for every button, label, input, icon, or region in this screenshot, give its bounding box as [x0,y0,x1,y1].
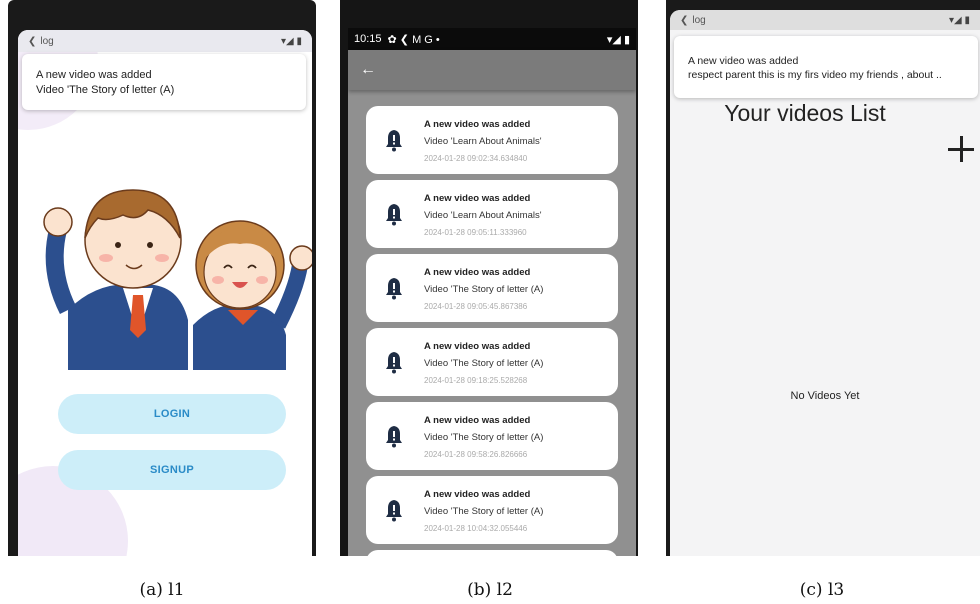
phone-screen-l2: 10:15 ✿ ❮ M G • ▾◢ ▮ ← A new video was a… [340,0,638,556]
notification-card-partial[interactable] [366,550,618,556]
signal-battery-icon: ▾◢ ▮ [606,33,630,46]
notification-timestamp: 2024-01-28 09:58:26.826666 [424,450,528,459]
notification-title: A new video was added [688,55,799,67]
screen-l3: ❮ log ▾◢ ▮ A new video was added respect… [670,10,980,556]
back-arrow-icon[interactable]: ← [360,61,376,79]
signal-battery-icon: ▾◢ ▮ [281,35,302,47]
notification-title: A new video was added [424,193,531,204]
status-bar: 10:15 ✿ ❮ M G • ▾◢ ▮ [348,28,636,50]
notification-list: A new video was added Video 'Learn About … [366,106,618,556]
notification-banner[interactable]: A new video was added respect parent thi… [674,36,978,98]
notification-timestamp: 2024-01-28 10:04:32.055446 [424,524,528,533]
status-label: log [692,14,706,26]
status-label: log [40,35,54,47]
page-title: Your videos List [724,100,886,126]
back-app-icon: ❮ [680,14,689,26]
notification-title: A new video was added [424,489,531,500]
notification-card[interactable]: A new video was added Video 'The Story of… [366,402,618,470]
screen-l1: ❮ log ▾◢ ▮ A new video was added Video '… [18,30,312,556]
caption-l1: (a) l1 [139,580,185,600]
back-app-icon: ❮ [28,35,37,47]
notification-timestamp: 2024-01-28 09:02:34.634840 [424,154,528,163]
status-notification-icons: ✿ ❮ M G • [387,33,440,46]
notification-card[interactable]: A new video was added Video 'Learn About … [366,106,618,174]
empty-state-text: No Videos Yet [790,390,860,402]
notification-title: A new video was added [424,119,531,130]
bell-icon [386,500,402,522]
notification-card[interactable]: A new video was added Video 'Learn About … [366,180,618,248]
notification-title: A new video was added [424,267,531,278]
notification-body: Video 'The Story of letter (A) [36,84,175,96]
notification-card[interactable]: A new video was added Video 'The Story of… [366,254,618,322]
kids-illustration [43,189,312,370]
signup-button[interactable]: SIGNUP [58,450,286,490]
bell-icon [386,204,402,226]
status-bar: ❮ log ▾◢ ▮ [670,10,980,30]
status-bar: ❮ log ▾◢ ▮ [18,30,312,52]
notification-card[interactable]: A new video was added Video 'The Story of… [366,328,618,396]
notification-body: Video 'The Story of letter (A) [424,506,544,517]
notification-body: Video 'Learn About Animals' [424,210,542,221]
caption-l2: (b) l2 [467,580,513,600]
login-button[interactable]: LOGIN [58,394,286,434]
app-bar: ← [348,50,636,90]
notification-title: A new video was added [424,415,531,426]
bell-icon [386,426,402,448]
phone-screen-l3: ❮ log ▾◢ ▮ A new video was added respect… [666,0,980,556]
notification-timestamp: 2024-01-28 09:05:45.867386 [424,302,528,311]
notification-body: Video 'The Story of letter (A) [424,284,544,295]
bell-icon [386,352,402,374]
notification-title: A new video was added [36,69,152,81]
notification-body: Video 'The Story of letter (A) [424,358,544,369]
notification-banner[interactable]: A new video was added Video 'The Story o… [22,54,306,110]
bell-icon [386,130,402,152]
notification-body: Video 'Learn About Animals' [424,136,542,147]
phone-screen-l1: ❮ log ▾◢ ▮ A new video was added Video '… [8,0,316,556]
notification-card[interactable]: A new video was added Video 'The Story of… [366,476,618,544]
add-video-icon[interactable] [948,136,974,162]
status-time: 10:15 [354,33,382,45]
bell-icon [386,278,402,300]
notification-body: respect parent this is my firs video my … [688,69,942,81]
signal-battery-icon: ▾◢ ▮ [949,14,970,26]
notification-title: A new video was added [424,341,531,352]
notification-timestamp: 2024-01-28 09:18:25.528268 [424,376,528,385]
screen-l2: 10:15 ✿ ❮ M G • ▾◢ ▮ ← A new video was a… [348,28,636,556]
notification-body: Video 'The Story of letter (A) [424,432,544,443]
caption-l3: (c) l3 [799,580,845,600]
notification-timestamp: 2024-01-28 09:05:11.333960 [424,228,527,237]
